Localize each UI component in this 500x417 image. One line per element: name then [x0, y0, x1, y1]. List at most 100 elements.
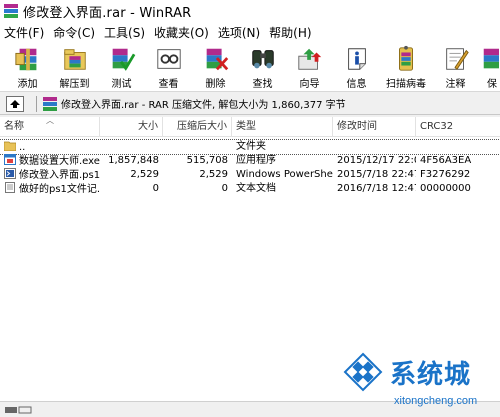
- file-list-header: 名称 ︿ 大小 压缩后大小 类型 修改时间 CRC32: [0, 117, 500, 137]
- comment-label: 注释: [445, 79, 466, 90]
- add-button[interactable]: 添加: [4, 42, 51, 90]
- column-size-label: 大小: [138, 121, 158, 132]
- wizard-button[interactable]: 向导: [286, 42, 333, 90]
- file-type: 文本文档: [236, 183, 276, 194]
- file-packed-size: 515,708: [186, 155, 228, 166]
- winrar-app-icon: [4, 4, 18, 18]
- archive-path: 修改登入界面.rar - RAR 压缩文件, 解包大小为 1,860,377 字…: [61, 100, 346, 111]
- file-crc: F3276292: [420, 169, 471, 180]
- menu-tools[interactable]: 工具(S): [102, 24, 152, 41]
- separator: [36, 95, 37, 112]
- file-modified: 2015/7/18 22:47: [337, 169, 416, 180]
- file-modified: [337, 140, 416, 154]
- wizard-label: 向导: [299, 79, 320, 90]
- file-packed-size: 2,529: [199, 169, 228, 180]
- menu-help[interactable]: 帮助(H): [267, 24, 318, 41]
- file-name-cell: 修改登入界面.ps1: [0, 168, 100, 182]
- up-arrow-icon: [10, 99, 20, 108]
- file-name: 数据设置大师.exe: [19, 156, 100, 167]
- extract-to-button[interactable]: 解压到: [51, 42, 98, 90]
- file-name: 做好的ps1文件记...: [19, 184, 100, 195]
- column-packed[interactable]: 压缩后大小: [163, 117, 232, 137]
- toolbar: 添加 解压到 测试 查看 删除 查找 向导 信息 扫描病毒 注释 保: [0, 42, 500, 92]
- menu-bar: 文件(F) 命令(C) 工具(S) 收藏夹(O) 选项(N) 帮助(H): [0, 22, 500, 42]
- table-row[interactable]: 数据设置大师.exe 1,857,848 515,708 应用程序 2015/1…: [0, 154, 500, 168]
- file-name: ..: [19, 142, 26, 153]
- column-crc-label: CRC32: [420, 121, 454, 132]
- folder-icon: [4, 141, 16, 151]
- add-label: 添加: [17, 79, 38, 90]
- protect-button[interactable]: 保: [479, 42, 499, 90]
- info-button[interactable]: 信息: [333, 42, 380, 90]
- up-one-level-button[interactable]: [6, 95, 24, 112]
- file-packed-size: [163, 140, 228, 154]
- delete-icon: [206, 48, 228, 71]
- column-type[interactable]: 类型: [232, 117, 333, 137]
- virus-scan-icon: [399, 45, 413, 71]
- column-size[interactable]: 大小: [100, 117, 163, 137]
- file-crc: [420, 140, 500, 154]
- virus-scan-button[interactable]: 扫描病毒: [380, 42, 432, 90]
- comment-icon: [445, 48, 469, 70]
- file-name-cell: ..: [0, 140, 100, 154]
- view-button[interactable]: 查看: [145, 42, 192, 90]
- view-icon: [156, 49, 181, 69]
- column-crc[interactable]: CRC32: [416, 117, 500, 137]
- delete-label: 删除: [205, 79, 226, 90]
- find-icon: [251, 50, 274, 69]
- text-file-icon: [5, 182, 15, 193]
- extract-to-icon: [63, 49, 86, 70]
- column-name-label: 名称: [4, 121, 24, 132]
- menu-file[interactable]: 文件(F): [2, 24, 51, 41]
- protect-icon: [483, 48, 499, 69]
- file-size: 2,529: [130, 169, 159, 180]
- file-name-cell: 做好的ps1文件记...: [0, 182, 100, 196]
- test-button[interactable]: 测试: [98, 42, 145, 90]
- table-row[interactable]: 修改登入界面.ps1 2,529 2,529 Windows PowerShe.…: [0, 168, 500, 182]
- file-packed-size: 0: [221, 183, 228, 194]
- watermark-url: xitongcheng.com: [394, 395, 478, 407]
- find-button[interactable]: 查找: [239, 42, 286, 90]
- extract-to-label: 解压到: [59, 79, 90, 90]
- watermark-logo: [343, 352, 383, 392]
- wizard-icon: [297, 48, 321, 70]
- exe-file-icon: [4, 154, 16, 165]
- window-title: 修改登入界面.rar - WinRAR: [23, 5, 192, 21]
- file-name: 修改登入界面.ps1: [19, 170, 100, 181]
- info-label: 信息: [346, 79, 367, 90]
- info-icon: [347, 48, 366, 70]
- file-size: [100, 140, 159, 154]
- file-modified: 2015/12/17 22:00: [337, 155, 416, 166]
- file-type: 应用程序: [236, 155, 276, 166]
- file-type: Windows PowerShe...: [236, 169, 333, 180]
- menu-options[interactable]: 选项(N): [216, 24, 267, 41]
- title-bar: 修改登入界面.rar - WinRAR: [0, 0, 500, 22]
- archive-icon: [43, 96, 57, 111]
- sort-ascending-icon: ︿: [46, 117, 54, 125]
- file-name-cell: 数据设置大师.exe: [0, 154, 100, 168]
- view-label: 查看: [158, 79, 179, 90]
- protect-label: 保: [487, 79, 497, 90]
- file-size: 1,857,848: [108, 155, 159, 166]
- winrar-window: 修改登入界面.rar - WinRAR 文件(F) 命令(C) 工具(S) 收藏…: [0, 0, 500, 417]
- file-crc: 00000000: [420, 183, 471, 194]
- column-modified-label: 修改时间: [337, 121, 377, 132]
- file-type: 文件夹: [236, 141, 266, 152]
- menu-commands[interactable]: 命令(C): [51, 24, 102, 41]
- table-row[interactable]: .. 文件夹: [0, 139, 500, 155]
- drive-status-icon: [5, 406, 32, 413]
- menu-favorites[interactable]: 收藏夹(O): [152, 24, 216, 41]
- file-crc: 4F56A3EA: [420, 155, 472, 166]
- test-label: 测试: [111, 79, 132, 90]
- delete-button[interactable]: 删除: [192, 42, 239, 90]
- comment-button[interactable]: 注释: [432, 42, 479, 90]
- test-icon: [112, 48, 135, 71]
- watermark-brand: 系统城: [390, 360, 472, 390]
- column-name[interactable]: 名称 ︿: [0, 117, 100, 137]
- column-modified[interactable]: 修改时间: [333, 117, 416, 137]
- file-modified: 2016/7/18 12:47: [337, 183, 416, 194]
- path-bar: 修改登入界面.rar - RAR 压缩文件, 解包大小为 1,860,377 字…: [0, 93, 500, 115]
- table-row[interactable]: 做好的ps1文件记... 0 0 文本文档 2016/7/18 12:47 00…: [0, 182, 500, 196]
- column-type-label: 类型: [236, 121, 256, 132]
- find-label: 查找: [252, 79, 273, 90]
